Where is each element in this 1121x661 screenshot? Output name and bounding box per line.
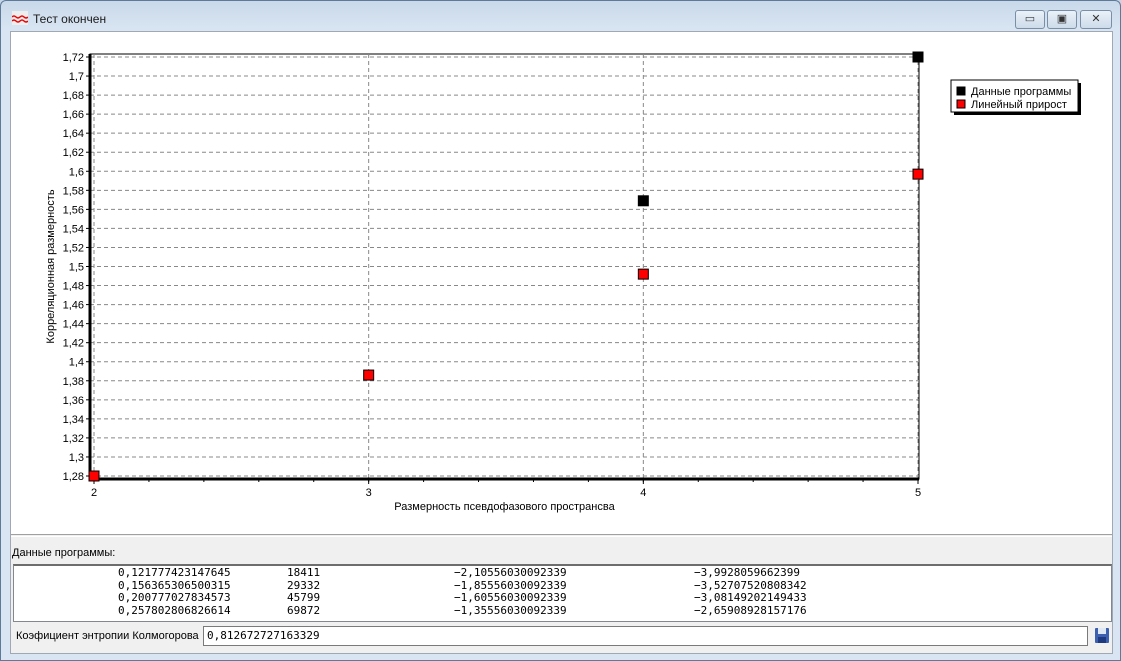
client-area: 1,28 1,3 1,32 1,34 1,36 1,38 1,4 1,42 1,44 1,46 1,… bbox=[10, 31, 1113, 654]
minimize-icon: ▭ bbox=[1024, 13, 1036, 25]
list-cell: 0,257802806826614 bbox=[118, 603, 231, 617]
floppy-disk-icon[interactable] bbox=[1094, 627, 1110, 644]
chart-area: 1,28 1,3 1,32 1,34 1,36 1,38 1,4 1,42 1,44 1,46 1,… bbox=[11, 32, 1112, 534]
data-panel-label: Данные программы: bbox=[12, 547, 116, 559]
data-list[interactable]: 0,121777423147645 18411 −2,10556030092339 −… bbox=[13, 564, 1112, 622]
list-cell: −2,10556030092339 bbox=[454, 566, 567, 579]
y-tick-label: 1,54 bbox=[63, 223, 84, 235]
list-cell: −3,08149202149433 bbox=[694, 591, 807, 604]
legend-label: Линейный прирост bbox=[971, 99, 1067, 111]
y-tick-label: 1,68 bbox=[63, 90, 84, 102]
scatter-chart: 1,28 1,3 1,32 1,34 1,36 1,38 1,4 1,42 1,44 1,46 1,… bbox=[45, 51, 1081, 513]
y-tick-label: 1,48 bbox=[63, 281, 84, 293]
y-tick-label: 1,34 bbox=[63, 414, 84, 426]
entropy-label: Коэфициент энтропии Колмогорова bbox=[16, 630, 199, 642]
y-tick-label: 1,64 bbox=[63, 128, 84, 140]
x-tick-label: 2 bbox=[91, 487, 97, 499]
list-cell: 69872 bbox=[287, 603, 321, 617]
y-tick-label: 1,52 bbox=[63, 242, 84, 254]
y-tick-label: 1,38 bbox=[63, 376, 84, 388]
y-tick-label: 1,42 bbox=[63, 338, 84, 350]
list-cell: 18411 bbox=[287, 566, 321, 579]
y-tick-label: 1,3 bbox=[69, 452, 84, 464]
data-point-program bbox=[637, 195, 649, 207]
y-tick-label: 1,58 bbox=[63, 185, 84, 197]
x-tick-label: 4 bbox=[640, 487, 646, 499]
y-tick-label: 1,36 bbox=[63, 395, 84, 407]
data-point-linear bbox=[88, 470, 100, 482]
list-cell: −3,9928059662399 bbox=[694, 566, 800, 579]
restore-icon: ▣ bbox=[1056, 13, 1068, 25]
window: Тест окончен ▭ ▣ ✕ 1,28 1,3 1,32 1,34 1,36 1,… bbox=[0, 0, 1121, 661]
list-cell: 0,200777027834573 bbox=[118, 591, 231, 604]
y-tick-label: 1,72 bbox=[63, 52, 84, 64]
data-point-linear bbox=[912, 168, 924, 180]
list-row[interactable]: 0,200777027834573 45799 −1,60556030092339 −… bbox=[14, 591, 1111, 605]
x-tick-label: 5 bbox=[915, 487, 921, 499]
list-cell: −1,35556030092339 bbox=[454, 603, 567, 617]
data-point-linear bbox=[637, 268, 649, 280]
list-row[interactable]: 0,257802806826614 69872 −1,35556030092339 −… bbox=[14, 603, 1111, 618]
data-point-program bbox=[912, 51, 924, 63]
legend-label: Данные программы bbox=[971, 86, 1071, 98]
x-axis-label: Размерность псевдофазового пространсва bbox=[394, 501, 615, 513]
y-tick-label: 1,66 bbox=[63, 109, 84, 121]
close-button[interactable]: ✕ bbox=[1080, 10, 1112, 29]
splitter[interactable] bbox=[11, 534, 1112, 537]
window-title: Тест окончен bbox=[33, 12, 107, 26]
y-tick-label: 1,56 bbox=[63, 204, 84, 216]
list-row[interactable]: 0,121777423147645 18411 −2,10556030092339 −… bbox=[14, 566, 1111, 580]
entropy-field[interactable]: 0,812672727163329 bbox=[203, 626, 1088, 646]
y-tick-label: 1,28 bbox=[63, 471, 84, 483]
wave-chart-icon bbox=[12, 11, 28, 25]
minimize-button[interactable]: ▭ bbox=[1015, 10, 1045, 29]
y-tick-label: 1,44 bbox=[63, 319, 84, 331]
close-icon: ✕ bbox=[1091, 13, 1101, 25]
y-tick-label: 1,6 bbox=[69, 166, 84, 178]
legend-swatch bbox=[956, 99, 966, 109]
y-tick-label: 1,46 bbox=[63, 300, 84, 312]
y-tick-label: 1,7 bbox=[69, 71, 84, 83]
list-cell: −2,65908928157176 bbox=[694, 603, 807, 617]
data-point-linear bbox=[363, 369, 375, 381]
y-tick-label: 1,4 bbox=[69, 357, 84, 369]
maximize-button[interactable]: ▣ bbox=[1047, 10, 1077, 29]
y-tick-label: 1,62 bbox=[63, 147, 84, 159]
list-cell: 45799 bbox=[287, 591, 321, 604]
list-cell: 0,121777423147645 bbox=[118, 566, 231, 579]
x-tick-label: 3 bbox=[366, 487, 372, 499]
list-cell: −1,60556030092339 bbox=[454, 591, 567, 604]
legend-swatch bbox=[956, 86, 966, 96]
y-axis-label: Корреляционная размерность bbox=[45, 189, 57, 343]
y-tick-label: 1,5 bbox=[69, 262, 84, 274]
y-tick-label: 1,32 bbox=[63, 433, 84, 445]
